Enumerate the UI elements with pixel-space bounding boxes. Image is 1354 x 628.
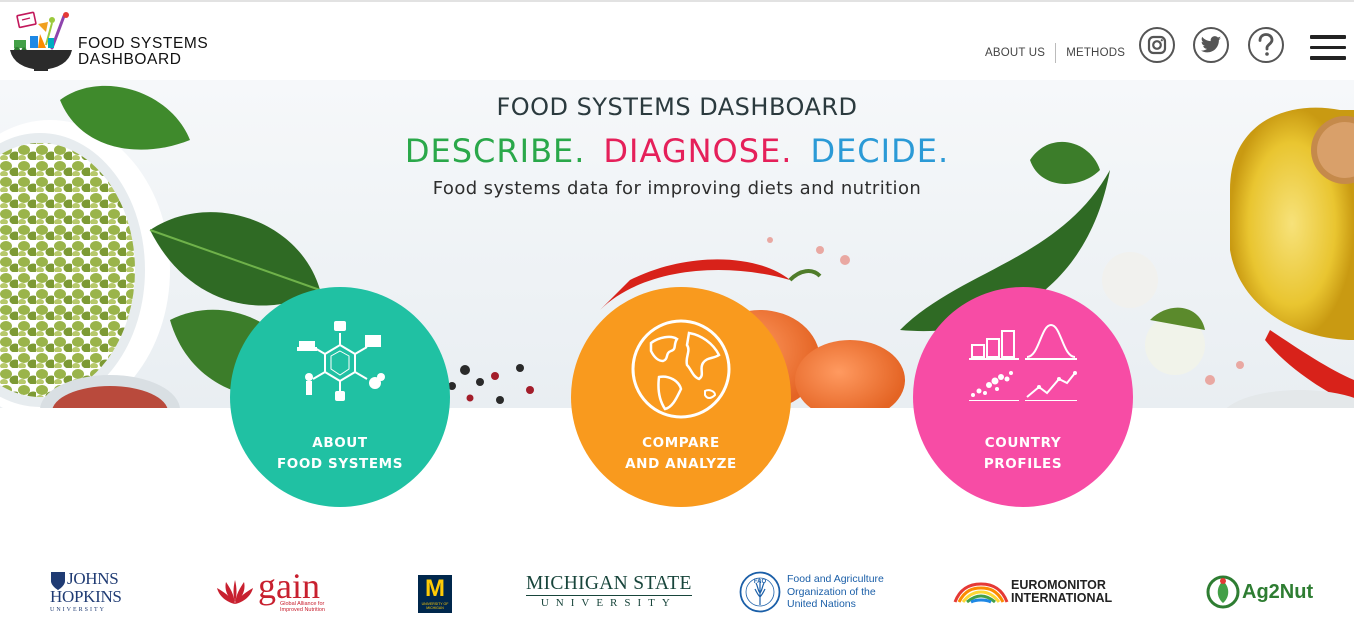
- umich-block-m: M: [425, 575, 445, 602]
- logo-line-1: FOOD SYSTEMS: [78, 35, 209, 52]
- logo-line-2: DASHBOARD: [78, 51, 182, 68]
- msu-line-2: UNIVERSITY: [540, 597, 677, 609]
- tagline-describe: DESCRIBE.: [404, 132, 586, 170]
- partner-ag2nut[interactable]: Ag2Nut: [1206, 566, 1313, 618]
- fao-acronym: FAO: [754, 579, 767, 585]
- hero-subtitle: Food systems data for improving diets an…: [432, 178, 922, 199]
- card-line-1: COUNTRY: [984, 435, 1062, 451]
- top-nav: ABOUT US METHODS: [985, 43, 1125, 63]
- site-header: FOOD SYSTEMS DASHBOARD ABOUT US METHODS: [0, 2, 1354, 80]
- umich-badge: M UNIVERSITY OF MICHIGAN: [418, 575, 452, 613]
- msu-line-1: MICHIGAN STATE: [526, 573, 692, 594]
- umich-caption: UNIVERSITY OF MICHIGAN: [421, 602, 449, 610]
- nav-divider: [1055, 43, 1057, 63]
- hero-title: FOOD SYSTEMS DASHBOARD: [496, 93, 858, 121]
- card-line-1: ABOUT: [312, 435, 368, 451]
- site-logo[interactable]: FOOD SYSTEMS DASHBOARD: [8, 10, 238, 74]
- nav-methods[interactable]: METHODS: [1066, 47, 1125, 59]
- jhu-line-3: UNIVERSITY: [50, 607, 106, 613]
- instagram-icon: [1147, 35, 1167, 55]
- fao-line-3: United Nations: [787, 598, 856, 611]
- country-profiles-label: COUNTRY PROFILES: [913, 433, 1133, 475]
- help-button[interactable]: [1248, 27, 1284, 63]
- peppercorns: [448, 364, 524, 404]
- euromonitor-arc-icon: [953, 582, 1009, 604]
- partner-johns-hopkins[interactable]: JOHNS HOPKINS UNIVERSITY: [50, 566, 122, 618]
- partner-fao[interactable]: FAO Food and Agriculture Organization of…: [739, 566, 884, 618]
- gain-subtitle-2: Improved Nutrition: [280, 607, 325, 613]
- globe-icon: [631, 319, 731, 419]
- ag2nut-wordmark: Ag2Nut: [1242, 580, 1314, 603]
- country-profiles-button[interactable]: COUNTRY PROFILES: [913, 287, 1133, 507]
- msu-divider: [526, 595, 692, 596]
- card-line-1: COMPARE: [642, 435, 720, 451]
- charts-icon: [969, 323, 1077, 401]
- about-food-systems-label: ABOUT FOOD SYSTEMS: [230, 433, 450, 475]
- food-system-network-icon: [297, 321, 385, 401]
- tagline-diagnose: DIAGNOSE.: [603, 132, 793, 170]
- card-line-2: FOOD SYSTEMS: [276, 456, 404, 472]
- help-icon: [1258, 33, 1274, 56]
- compare-and-analyze-button[interactable]: COMPARE AND ANALYZE: [571, 287, 791, 507]
- gain-lotus-icon: [217, 580, 253, 604]
- about-food-systems-button[interactable]: ABOUT FOOD SYSTEMS: [230, 287, 450, 507]
- jhu-line-1: JOHNS: [67, 569, 119, 588]
- tagline-decide: DECIDE.: [810, 132, 950, 170]
- twitter-icon: [1200, 36, 1222, 53]
- fao-emblem-icon: FAO: [739, 571, 781, 613]
- fao-line-2: Organization of the: [787, 585, 876, 598]
- jhu-line-2: HOPKINS: [50, 587, 122, 606]
- fao-line-1: Food and Agriculture: [787, 573, 884, 586]
- twitter-button[interactable]: [1193, 27, 1229, 63]
- nav-about-us[interactable]: ABOUT US: [985, 47, 1045, 59]
- partner-gain[interactable]: gain Global Alliance for Improved Nutrit…: [216, 566, 325, 618]
- partner-euromonitor[interactable]: EUROMONITOR INTERNATIONAL: [953, 566, 1112, 618]
- food-bowl-logo-icon: [10, 11, 72, 71]
- partner-university-of-michigan[interactable]: M UNIVERSITY OF MICHIGAN: [418, 575, 452, 613]
- instagram-button[interactable]: [1139, 27, 1175, 63]
- compare-and-analyze-label: COMPARE AND ANALYZE: [571, 433, 791, 475]
- card-line-2: PROFILES: [983, 456, 1063, 472]
- hero-tagline: DESCRIBE. DIAGNOSE. DECIDE.: [0, 132, 1354, 170]
- card-line-2: AND ANALYZE: [625, 456, 737, 472]
- gain-wordmark: gain: [258, 566, 320, 606]
- ag2nut-leaf-icon: [1206, 575, 1240, 609]
- partner-michigan-state[interactable]: MICHIGAN STATE UNIVERSITY: [526, 566, 692, 618]
- menu-icon[interactable]: [1310, 34, 1346, 62]
- logo-text: FOOD SYSTEMS DASHBOARD: [78, 36, 208, 68]
- euromonitor-line-2: INTERNATIONAL: [1011, 591, 1113, 605]
